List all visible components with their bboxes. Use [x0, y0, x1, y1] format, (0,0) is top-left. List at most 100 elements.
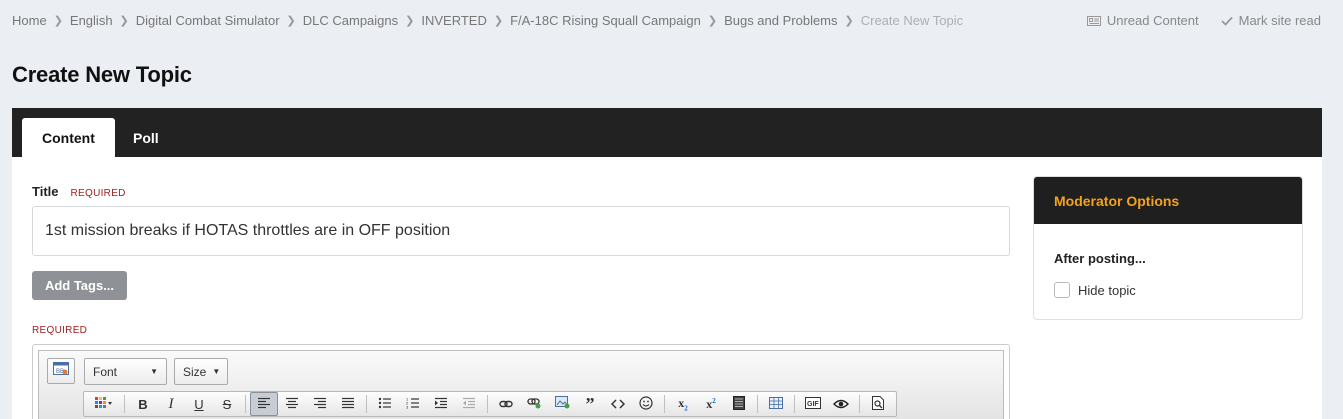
breadcrumb-bugs[interactable]: Bugs and Problems: [724, 13, 837, 28]
svg-text:GIF: GIF: [807, 401, 819, 408]
editor-toolbar: BB Font ▼ Size ▼ B I U S 1 2 3 ” x2 x2 G…: [38, 350, 1004, 419]
toolbar-divider: [757, 395, 758, 413]
breadcrumb-inverted[interactable]: INVERTED: [421, 13, 487, 28]
page-break-button[interactable]: [725, 392, 753, 416]
source-icon: BB: [53, 361, 69, 381]
bulleted-list-icon: [378, 397, 392, 412]
moderator-options-title: Moderator Options: [1034, 177, 1302, 224]
gif-icon: GIF: [805, 396, 821, 412]
font-select-label: Font: [93, 364, 118, 379]
source-mode-button[interactable]: BB: [47, 358, 75, 384]
align-right-button[interactable]: [306, 392, 334, 416]
strikethrough-button[interactable]: S: [213, 392, 241, 416]
color-palette-icon: [95, 396, 113, 412]
breadcrumb-english[interactable]: English: [70, 13, 113, 28]
required-badge: REQUIRED: [70, 188, 126, 199]
italic-button[interactable]: I: [157, 392, 185, 416]
tab-content[interactable]: Content: [22, 118, 115, 157]
caret-down-icon: ▼: [150, 367, 158, 376]
underline-button[interactable]: U: [185, 392, 213, 416]
subscript-button[interactable]: x2: [669, 392, 697, 416]
preview-button[interactable]: [827, 392, 855, 416]
numbered-list-icon: 123: [406, 396, 420, 412]
mark-site-read-label: Mark site read: [1238, 13, 1321, 28]
align-right-icon: [313, 397, 327, 412]
strikethrough-icon: S: [222, 396, 232, 412]
link-button[interactable]: [492, 392, 520, 416]
title-input[interactable]: [32, 206, 1010, 256]
code-icon: [610, 397, 626, 412]
gif-button[interactable]: GIF: [799, 392, 827, 416]
toolbar-divider: [245, 395, 246, 413]
hide-topic-label: Hide topic: [1078, 282, 1136, 298]
unlink-button[interactable]: [520, 392, 548, 416]
align-center-button[interactable]: [278, 392, 306, 416]
toolbar-divider: [124, 395, 125, 413]
justify-button[interactable]: [334, 392, 362, 416]
size-select-label: Size: [183, 364, 207, 379]
insert-image-button[interactable]: [548, 392, 576, 416]
superscript-button[interactable]: x2: [697, 392, 725, 416]
print-preview-button[interactable]: [864, 392, 892, 416]
indent-icon: [434, 397, 448, 412]
toolbar-divider: [366, 395, 367, 413]
breadcrumb-current: Create New Topic: [860, 13, 964, 28]
indent-button[interactable]: [427, 392, 455, 416]
formatting-toolbar-row: B I U S 123 ” x2 x2 GIF: [83, 391, 897, 417]
image-icon: [554, 396, 570, 412]
check-icon: [1220, 16, 1233, 26]
chevron-right-icon: ❯: [53, 15, 63, 27]
table-button[interactable]: [762, 392, 790, 416]
table-icon: [769, 396, 783, 412]
breadcrumb-dcs[interactable]: Digital Combat Simulator: [136, 13, 280, 28]
breadcrumb-campaign[interactable]: F/A-18C Rising Squall Campaign: [510, 13, 701, 28]
hide-topic-checkbox[interactable]: [1054, 282, 1070, 298]
align-justify-icon: [341, 397, 355, 412]
toolbar-divider: [664, 395, 665, 413]
quote-button[interactable]: ”: [576, 392, 604, 416]
toolbar-divider: [487, 395, 488, 413]
link-icon: [499, 397, 513, 412]
breadcrumb-dlc-campaigns[interactable]: DLC Campaigns: [303, 13, 398, 28]
hide-topic-option[interactable]: Hide topic: [1054, 282, 1136, 298]
align-center-icon: [285, 397, 299, 412]
bold-icon: B: [138, 396, 148, 412]
quote-icon: ”: [585, 394, 595, 414]
tab-poll[interactable]: Poll: [113, 118, 179, 157]
unlink-icon: [527, 397, 541, 412]
text-color-button[interactable]: [88, 392, 120, 416]
mark-site-read-link[interactable]: Mark site read: [1220, 13, 1321, 28]
align-left-button[interactable]: [250, 392, 278, 416]
bulleted-list-button[interactable]: [371, 392, 399, 416]
unread-content-label: Unread Content: [1106, 13, 1199, 28]
outdent-button[interactable]: [455, 392, 483, 416]
bold-button[interactable]: B: [129, 392, 157, 416]
font-select[interactable]: Font ▼: [84, 358, 167, 385]
after-posting-label: After posting...: [1054, 251, 1146, 266]
unread-content-link[interactable]: Unread Content: [1086, 13, 1199, 28]
subscript-icon: x2: [678, 395, 688, 413]
size-select[interactable]: Size ▼: [174, 358, 228, 385]
toolbar-divider: [794, 395, 795, 413]
magnifier-document-icon: [871, 395, 885, 413]
add-tags-button[interactable]: Add Tags...: [32, 271, 127, 300]
newspaper-icon: [1086, 15, 1101, 27]
code-button[interactable]: [604, 392, 632, 416]
chevron-right-icon: ❯: [707, 15, 718, 27]
outdent-icon: [462, 397, 476, 412]
title-label-row: Title REQUIRED: [32, 184, 126, 199]
smiley-icon: [639, 395, 653, 413]
underline-icon: U: [194, 396, 204, 412]
numbered-list-button[interactable]: 123: [399, 392, 427, 416]
rich-text-editor: BB Font ▼ Size ▼ B I U S 1 2 3 ” x2 x2 G…: [32, 344, 1010, 419]
top-actions: Unread Content Mark site read: [1086, 13, 1321, 28]
document-icon: [733, 395, 745, 413]
chevron-right-icon: ❯: [405, 15, 415, 27]
eye-icon: [833, 397, 849, 412]
chevron-right-icon: ❯: [286, 15, 296, 27]
breadcrumb-home[interactable]: Home: [12, 13, 47, 28]
chevron-right-icon: ❯: [493, 15, 504, 27]
italic-icon: I: [168, 395, 174, 412]
svg-text:3: 3: [406, 404, 409, 409]
emoji-button[interactable]: [632, 392, 660, 416]
